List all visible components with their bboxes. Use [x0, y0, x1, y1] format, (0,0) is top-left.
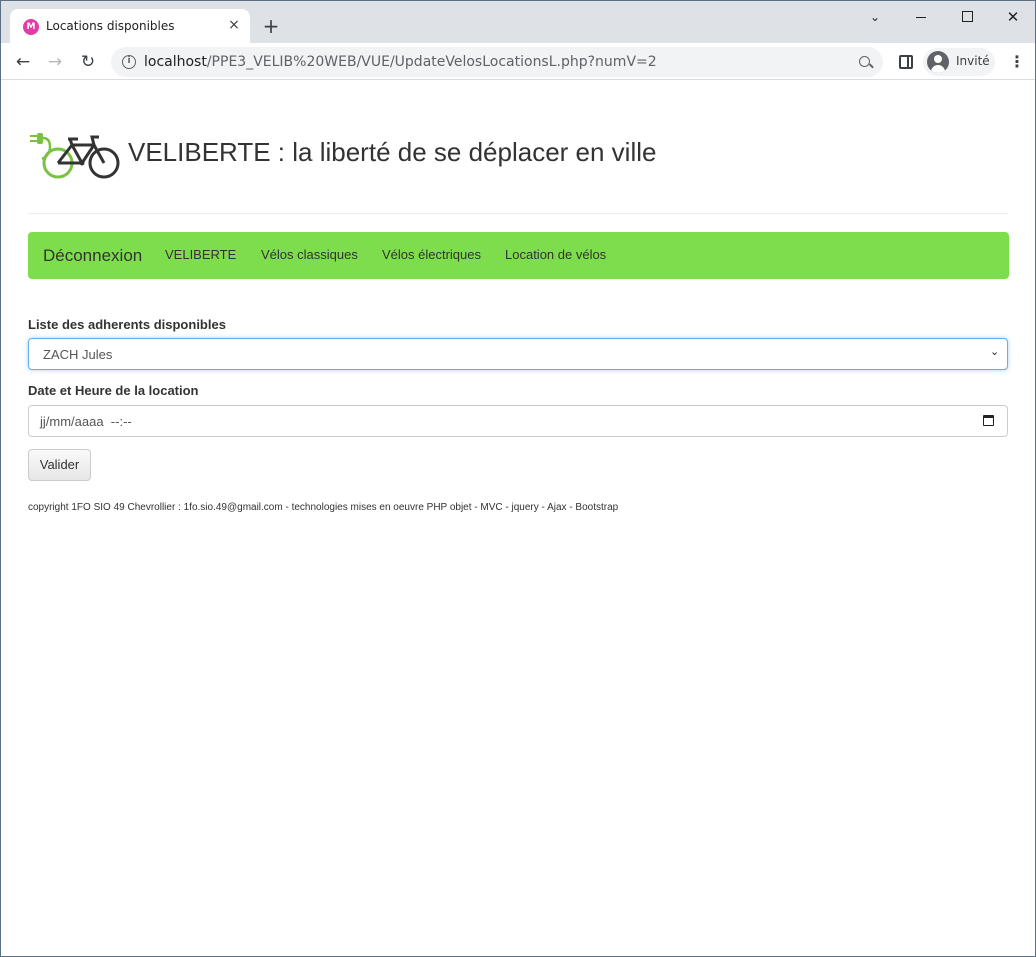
close-window-button[interactable]: ✕ — [1003, 7, 1023, 27]
calendar-icon[interactable] — [983, 415, 994, 426]
address-bar[interactable]: i localhost/PPE3_VELIB%20WEB/VUE/UpdateV… — [111, 47, 883, 77]
adherent-select[interactable]: ZACH Jules ⌄ — [28, 338, 1008, 370]
page-content: VELIBERTE : la liberté de se déplacer en… — [1, 81, 1035, 956]
new-tab-button[interactable]: + — [261, 16, 281, 36]
avatar-icon — [927, 51, 949, 73]
url-path: /PPE3_VELIB%20WEB/VUE/UpdateVelosLocatio… — [206, 54, 657, 70]
nav-link-electric-bikes[interactable]: Vélos électriques — [382, 247, 481, 262]
forward-arrow-icon[interactable]: → — [44, 51, 66, 73]
tab-locations[interactable]: M Locations disponibles × — [10, 9, 250, 43]
datetime-input[interactable]: jj/mm/aaaa --:-- — [28, 405, 1008, 437]
profile-label: Invité — [956, 54, 990, 68]
tab-bar: M Locations disponibles × + ⌄ ✕ — [1, 1, 1035, 43]
address-toolbar: ← → ↻ i localhost/PPE3_VELIB%20WEB/VUE/U… — [1, 43, 1035, 80]
header-divider — [28, 213, 1008, 214]
browser-window: M Locations disponibles × + ⌄ ✕ ← → ↻ i … — [0, 0, 1036, 957]
zoom-icon[interactable] — [858, 55, 874, 71]
submit-button[interactable]: Valider — [28, 449, 91, 481]
reload-icon[interactable]: ↻ — [77, 51, 99, 73]
site-title: VELIBERTE : la liberté de se déplacer en… — [128, 137, 657, 167]
minimize-button[interactable] — [911, 7, 931, 27]
url-host: localhost — [144, 54, 207, 70]
favicon-icon: M — [23, 19, 39, 35]
nav-link-veliberte[interactable]: VELIBERTE — [165, 247, 236, 262]
tab-title: Locations disponibles — [46, 19, 175, 33]
footer-copyright: copyright 1FO SIO 49 Chevrollier : 1fo.s… — [28, 502, 619, 513]
tab-search-chevron-icon[interactable]: ⌄ — [865, 7, 885, 27]
kebab-menu-icon[interactable]: ⋮ — [1009, 53, 1025, 71]
site-header: VELIBERTE : la liberté de se déplacer en… — [28, 121, 1008, 191]
profile-button[interactable]: Invité — [923, 48, 995, 76]
site-info-icon[interactable]: i — [122, 55, 136, 69]
adherent-select-label: Liste des adherents disponibles — [28, 317, 226, 332]
adherent-select-value: ZACH Jules — [43, 347, 113, 362]
nav-link-bike-rental[interactable]: Location de vélos — [505, 247, 606, 262]
tab-close-icon[interactable]: × — [226, 17, 242, 33]
electric-bike-logo-icon — [30, 133, 120, 179]
nav-logout-link[interactable]: Déconnexion — [43, 246, 142, 266]
nav-link-classic-bikes[interactable]: Vélos classiques — [261, 247, 358, 262]
side-panel-icon[interactable] — [899, 55, 913, 69]
datetime-placeholder: jj/mm/aaaa --:-- — [40, 414, 132, 429]
back-arrow-icon[interactable]: ← — [12, 51, 34, 73]
maximize-button[interactable] — [957, 7, 977, 27]
url-text[interactable]: localhost/PPE3_VELIB%20WEB/VUE/UpdateVel… — [144, 54, 657, 70]
chevron-down-icon: ⌄ — [990, 345, 1000, 358]
date-label: Date et Heure de la location — [28, 383, 199, 398]
main-navbar: Déconnexion VELIBERTE Vélos classiques V… — [28, 232, 1009, 279]
